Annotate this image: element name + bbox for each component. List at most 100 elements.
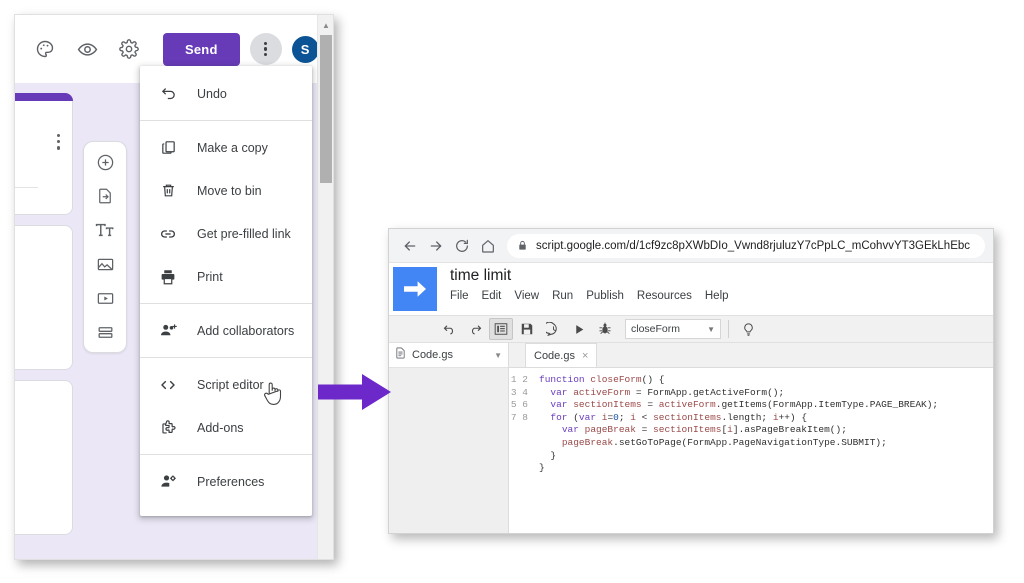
apps-script-menubar: File Edit View Run Publish Resources Hel… (450, 290, 729, 302)
undo-icon (157, 83, 179, 105)
menu-item-label: Make a copy (197, 140, 268, 155)
form-card-accent-bar (15, 93, 73, 101)
puzzle-piece-icon (157, 417, 179, 439)
lock-icon (517, 240, 528, 251)
chevron-down-icon: ▼ (707, 324, 715, 334)
add-question-icon[interactable] (94, 151, 116, 173)
menu-item-get-pre-filled-link[interactable]: Get pre-filled link (140, 212, 312, 255)
menu-resources[interactable]: Resources (637, 290, 692, 302)
close-icon[interactable]: × (582, 350, 588, 362)
apps-script-titlebar: time limit File Edit View Run Publish Re… (389, 263, 993, 315)
comment-icon[interactable] (541, 318, 565, 340)
file-name: Code.gs (412, 349, 453, 361)
scroll-up-arrow-icon[interactable]: ▲ (318, 17, 333, 34)
file-list-item-code-gs[interactable]: Code.gs ▼ (389, 343, 508, 368)
menu-item-label: Get pre-filled link (197, 226, 291, 241)
menu-divider (140, 120, 312, 121)
save-icon[interactable] (515, 318, 539, 340)
reload-icon[interactable] (449, 233, 475, 259)
menu-item-add-collaborators[interactable]: Add collaborators (140, 309, 312, 352)
palette-icon[interactable] (29, 33, 61, 65)
back-icon[interactable] (397, 233, 423, 259)
apps-script-main: Code.gs ▼ Code.gs × 1 2 3 4 5 6 7 8 func… (389, 343, 993, 533)
code-brackets-icon (157, 374, 179, 396)
add-section-icon[interactable] (94, 321, 116, 343)
kebab-dots-icon (264, 41, 268, 57)
forms-more-menu-button[interactable] (249, 33, 282, 65)
code-area[interactable]: 1 2 3 4 5 6 7 8 function closeForm() { v… (509, 368, 993, 533)
menu-help[interactable]: Help (705, 290, 729, 302)
menu-item-label: Preferences (197, 474, 265, 489)
line-number-gutter: 1 2 3 4 5 6 7 8 (510, 374, 528, 423)
menu-item-print[interactable]: Print (140, 255, 312, 298)
toolbar-divider (728, 320, 729, 338)
redo-icon[interactable] (463, 318, 487, 340)
editor-tab-code-gs[interactable]: Code.gs × (525, 343, 598, 367)
add-image-icon[interactable] (94, 253, 116, 275)
scrollbar-thumb[interactable] (320, 35, 332, 183)
gear-icon[interactable] (113, 33, 145, 65)
screenshot-stage: Send S ▲ Undo Make a copy Move to bin Ge… (0, 0, 1024, 583)
menu-item-label: Script editor (197, 377, 264, 392)
avatar[interactable]: S (291, 35, 319, 63)
form-question-card[interactable] (15, 380, 73, 535)
apps-script-title-block: time limit File Edit View Run Publish Re… (437, 263, 729, 315)
menu-item-move-to-bin[interactable]: Move to bin (140, 169, 312, 212)
send-button[interactable]: Send (163, 32, 240, 66)
forms-add-item-toolbar (83, 141, 127, 353)
menu-item-label: Undo (197, 86, 227, 101)
eye-icon[interactable] (71, 33, 103, 65)
home-icon[interactable] (475, 233, 501, 259)
add-person-icon (157, 320, 179, 342)
menu-run[interactable]: Run (552, 290, 573, 302)
card-kebab-icon[interactable] (56, 134, 60, 150)
pointer-hand-cursor (262, 380, 284, 408)
form-question-card[interactable] (15, 225, 73, 370)
address-bar[interactable]: script.google.com/d/1cf9zc8pXWbDIo_Vwnd8… (507, 233, 985, 258)
copy-icon (157, 137, 179, 159)
project-title[interactable]: time limit (450, 267, 729, 285)
menu-item-make-a-copy[interactable]: Make a copy (140, 126, 312, 169)
menu-divider (140, 303, 312, 304)
url-text: script.google.com/d/1cf9zc8pXWbDIo_Vwnd8… (536, 239, 971, 252)
add-video-icon[interactable] (94, 287, 116, 309)
import-questions-icon[interactable] (94, 185, 116, 207)
lightbulb-icon[interactable] (736, 318, 760, 340)
debug-icon[interactable] (593, 318, 617, 340)
forms-more-menu: Undo Make a copy Move to bin Get pre-fil… (140, 66, 312, 516)
editor-tabstrip: Code.gs × (509, 343, 993, 368)
tab-label: Code.gs (534, 349, 575, 362)
selected-function: closeForm (631, 323, 681, 335)
menu-item-add-ons[interactable]: Add-ons (140, 406, 312, 449)
card-divider (15, 187, 38, 188)
menu-item-label: Add collaborators (197, 323, 295, 338)
forms-scrollbar[interactable]: ▲ (317, 15, 333, 559)
person-gear-icon (157, 471, 179, 493)
undo-icon[interactable] (437, 318, 461, 340)
form-question-card[interactable] (15, 93, 73, 215)
menu-item-undo[interactable]: Undo (140, 72, 312, 115)
run-icon[interactable] (567, 318, 591, 340)
apps-script-logo-icon[interactable] (393, 267, 437, 311)
menu-item-label: Print (197, 269, 223, 284)
link-icon (157, 223, 179, 245)
apps-script-toolbar: closeForm ▼ (389, 315, 993, 343)
menu-item-preferences[interactable]: Preferences (140, 460, 312, 503)
indent-icon[interactable] (489, 318, 513, 340)
forward-icon[interactable] (423, 233, 449, 259)
menu-file[interactable]: File (450, 290, 469, 302)
apps-script-file-sidebar: Code.gs ▼ (389, 343, 509, 533)
menu-item-script-editor[interactable]: Script editor (140, 363, 312, 406)
apps-script-browser-window: script.google.com/d/1cf9zc8pXWbDIo_Vwnd8… (388, 228, 994, 534)
code-content[interactable]: function closeForm() { var activeForm = … (535, 372, 993, 533)
menu-view[interactable]: View (514, 290, 539, 302)
print-icon (157, 266, 179, 288)
menu-edit[interactable]: Edit (482, 290, 502, 302)
menu-item-label: Add-ons (197, 420, 244, 435)
purple-right-arrow-icon (318, 373, 392, 416)
menu-divider (140, 454, 312, 455)
function-select[interactable]: closeForm ▼ (625, 319, 721, 339)
menu-publish[interactable]: Publish (586, 290, 624, 302)
chevron-down-icon[interactable]: ▼ (494, 351, 502, 360)
add-title-icon[interactable] (94, 219, 116, 241)
